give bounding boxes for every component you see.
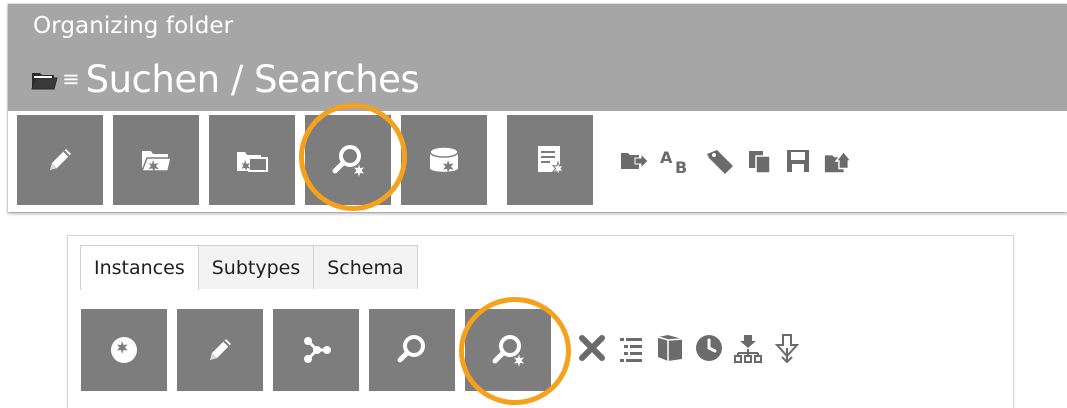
search-new-icon [332, 145, 364, 177]
list-icon[interactable] [616, 333, 646, 363]
search-button[interactable] [369, 309, 455, 391]
tab-strip: Instances Subtypes Schema [80, 245, 418, 290]
new-instance-icon [111, 337, 137, 363]
new-search-button[interactable] [465, 309, 551, 391]
delete-icon[interactable] [577, 333, 607, 363]
hierarchy-import-icon[interactable] [733, 333, 763, 363]
home-folder-icon[interactable] [823, 146, 853, 176]
type-panel: Instances Subtypes Schema [67, 235, 1014, 408]
new-folder-icon [140, 151, 172, 172]
graph-icon [304, 337, 331, 363]
tab-schema[interactable]: Schema [313, 245, 418, 289]
edit-button[interactable] [17, 115, 103, 205]
search-icon [397, 335, 425, 363]
new-database-button[interactable] [401, 115, 487, 205]
new-document-button[interactable] [507, 115, 593, 205]
panel-header: Organizing folder ≡ Suchen / Searches [8, 4, 1067, 111]
move-folder-icon[interactable] [619, 146, 649, 176]
object-panel: Organizing folder ≡ Suchen / Searches A … [8, 4, 1067, 212]
breadcrumb[interactable]: Organizing folder [33, 13, 233, 39]
new-instance-button[interactable] [81, 309, 167, 391]
svg-text:A: A [660, 148, 673, 167]
import-icon[interactable] [772, 333, 802, 363]
clock-icon[interactable] [694, 333, 724, 363]
edit-button[interactable] [177, 309, 263, 391]
page-title: Suchen / Searches [85, 57, 420, 101]
new-subfolder-button[interactable] [209, 115, 295, 205]
new-search-button[interactable] [305, 115, 391, 205]
document-new-icon [538, 146, 565, 177]
search-new-icon [492, 335, 524, 367]
box-icon[interactable] [655, 333, 685, 363]
tab-instances[interactable]: Instances [80, 245, 199, 290]
copy-icon[interactable] [745, 146, 775, 176]
pencil-icon [210, 339, 231, 360]
folder-icon [30, 65, 58, 93]
pencil-icon [50, 149, 71, 170]
top-toolbar: A B [17, 115, 1057, 205]
bottom-toolbar [81, 309, 981, 391]
new-folder-alt-icon [237, 152, 268, 172]
title-row: ≡ Suchen / Searches [30, 54, 420, 104]
new-folder-button[interactable] [113, 115, 199, 205]
graph-button[interactable] [273, 309, 359, 391]
rename-icon[interactable]: A B [658, 146, 694, 176]
tab-subtypes[interactable]: Subtypes [197, 245, 315, 289]
save-icon[interactable] [784, 146, 814, 176]
svg-text:B: B [675, 158, 687, 175]
tag-icon[interactable] [705, 146, 735, 176]
database-new-icon [429, 146, 459, 173]
menu-icon[interactable]: ≡ [62, 68, 80, 90]
